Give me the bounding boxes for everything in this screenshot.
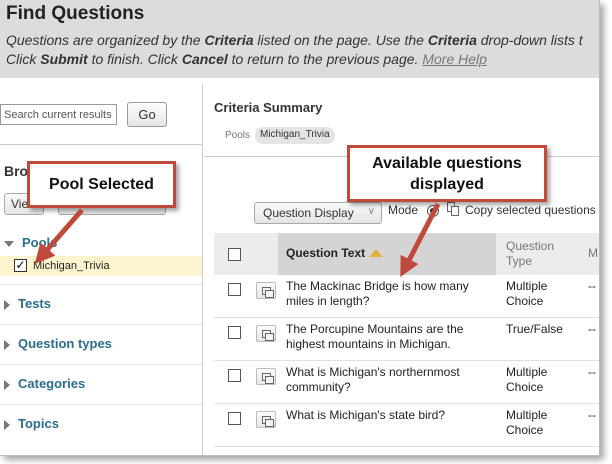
- preview-icon[interactable]: [256, 368, 276, 385]
- question-type: Multiple Choice: [506, 365, 561, 395]
- callout-available-questions: Available questions displayed: [347, 145, 547, 202]
- mode-label: Mode: [388, 203, 419, 217]
- table-row: The Porcupine Mountains are the highest …: [214, 318, 599, 361]
- column-header-more[interactable]: M: [588, 246, 598, 260]
- instr-bold-submit: Submit: [40, 51, 88, 67]
- divider: [0, 324, 202, 325]
- divider: [0, 284, 202, 285]
- preview-icon[interactable]: [256, 411, 276, 428]
- mode-radio-copy[interactable]: [427, 205, 439, 217]
- divider: [0, 404, 202, 405]
- question-display-button[interactable]: Question Display ∨: [254, 202, 382, 224]
- more-help-link[interactable]: More Help: [422, 51, 487, 67]
- row-checkbox[interactable]: [228, 326, 241, 339]
- table-row: What is Michigan's state bird? Multiple …: [214, 404, 599, 447]
- question-text: The Mackinac Bridge is how many miles in…: [286, 279, 469, 308]
- instructions-line-2: Click Submit to finish. Click Cancel to …: [6, 51, 487, 67]
- row-more-value: --: [588, 365, 596, 379]
- select-all-checkbox[interactable]: [228, 248, 241, 261]
- instr-text: drop-down lists t: [476, 32, 583, 48]
- row-more-value: --: [588, 322, 596, 336]
- question-display-label: Question Display: [263, 206, 354, 220]
- page-title: Find Questions: [6, 3, 145, 24]
- instr-bold-criteria: Criteria: [427, 32, 477, 48]
- browse-criteria-panel: Go Bro View Reset to Default Pools ✓ Mic…: [0, 84, 203, 455]
- callout-line: displayed: [410, 176, 484, 193]
- section-label: Pools: [22, 235, 58, 250]
- instructions-line-1: Questions are organized by the Criteria …: [6, 32, 583, 48]
- preview-icon[interactable]: [256, 282, 276, 299]
- question-type: Multiple Choice: [506, 408, 561, 438]
- column-header-label: Question Type: [506, 239, 555, 268]
- results-panel: Criteria Summary Pools Michigan_Trivia Q…: [204, 84, 599, 455]
- instr-bold-cancel: Cancel: [181, 51, 228, 67]
- preview-icon[interactable]: [256, 325, 276, 342]
- question-type-label: Multiple Choice: [506, 365, 548, 394]
- section-question-types[interactable]: Question types: [4, 336, 112, 351]
- chevron-right-icon: [4, 339, 10, 350]
- section-label: Categories: [18, 376, 86, 391]
- chevron-down-icon: [4, 240, 14, 247]
- criteria-summary-heading: Criteria Summary: [214, 100, 323, 115]
- pool-item-michigan-trivia[interactable]: ✓ Michigan_Trivia: [0, 256, 202, 276]
- copy-questions-label: Copy selected questions: [465, 203, 596, 217]
- row-checkbox[interactable]: [228, 412, 241, 425]
- section-tests[interactable]: Tests: [4, 296, 51, 311]
- page-header: Find Questions Questions are organized b…: [0, 0, 599, 78]
- copy-icon: [447, 202, 459, 216]
- instr-text: to return to the previous page.: [227, 51, 423, 67]
- pool-checkbox[interactable]: ✓: [14, 259, 27, 272]
- question-text: What is Michigan's state bird?: [286, 408, 446, 422]
- instr-text: Click: [6, 51, 41, 67]
- chevron-right-icon: [4, 419, 10, 430]
- find-questions-window: Find Questions Questions are organized b…: [0, 0, 600, 456]
- chevron-down-icon: ∨: [367, 206, 375, 217]
- row-more-value: --: [588, 279, 596, 293]
- instr-text: to finish. Click: [87, 51, 182, 67]
- row-more-value: --: [588, 408, 596, 422]
- instructions-text: Questions are organized by the Criteria …: [6, 31, 599, 69]
- section-topics[interactable]: Topics: [4, 416, 59, 431]
- column-header-question-type[interactable]: Question Type: [506, 239, 566, 269]
- question-text: What is Michigan's northernmost communit…: [286, 365, 460, 394]
- instr-bold-criteria: Criteria: [204, 32, 254, 48]
- table-row: The Mackinac Bridge is how many miles in…: [214, 275, 599, 318]
- search-input[interactable]: [0, 104, 117, 125]
- question-type-label: Multiple Choice: [506, 279, 548, 308]
- pool-filter-tag: Michigan_Trivia: [255, 127, 335, 144]
- callout-pool-selected: Pool Selected: [27, 161, 176, 208]
- instr-text: listed on the page. Use the: [253, 32, 428, 48]
- table-row: What is Michigan's northernmost communit…: [214, 361, 599, 404]
- divider: [0, 364, 202, 365]
- divider: [0, 144, 203, 145]
- section-label: Question types: [18, 336, 112, 351]
- sort-ascending-icon[interactable]: [369, 249, 383, 257]
- question-type-label: Multiple Choice: [506, 408, 548, 437]
- browse-criteria-heading: Bro: [4, 163, 29, 179]
- section-categories[interactable]: Categories: [4, 376, 85, 391]
- question-text: The Porcupine Mountains are the highest …: [286, 322, 464, 351]
- pool-label: Michigan_Trivia: [33, 260, 110, 272]
- row-checkbox[interactable]: [228, 369, 241, 382]
- section-label: Topics: [18, 416, 59, 431]
- instr-text: Questions are organized by the: [6, 32, 205, 48]
- row-checkbox[interactable]: [228, 283, 241, 296]
- pools-label: Pools: [225, 130, 251, 141]
- callout-line: Available questions: [372, 155, 522, 172]
- table-header: Question Text Question Type M: [214, 233, 599, 275]
- column-header-question-text[interactable]: Question Text: [286, 246, 365, 260]
- question-type: True/False: [506, 322, 576, 337]
- chevron-right-icon: [4, 379, 10, 390]
- question-type: Multiple Choice: [506, 279, 561, 309]
- section-pools[interactable]: Pools: [4, 235, 57, 250]
- go-button[interactable]: Go: [127, 102, 167, 127]
- question-type-label: True/False: [506, 322, 563, 336]
- chevron-right-icon: [4, 299, 10, 310]
- section-label: Tests: [18, 296, 51, 311]
